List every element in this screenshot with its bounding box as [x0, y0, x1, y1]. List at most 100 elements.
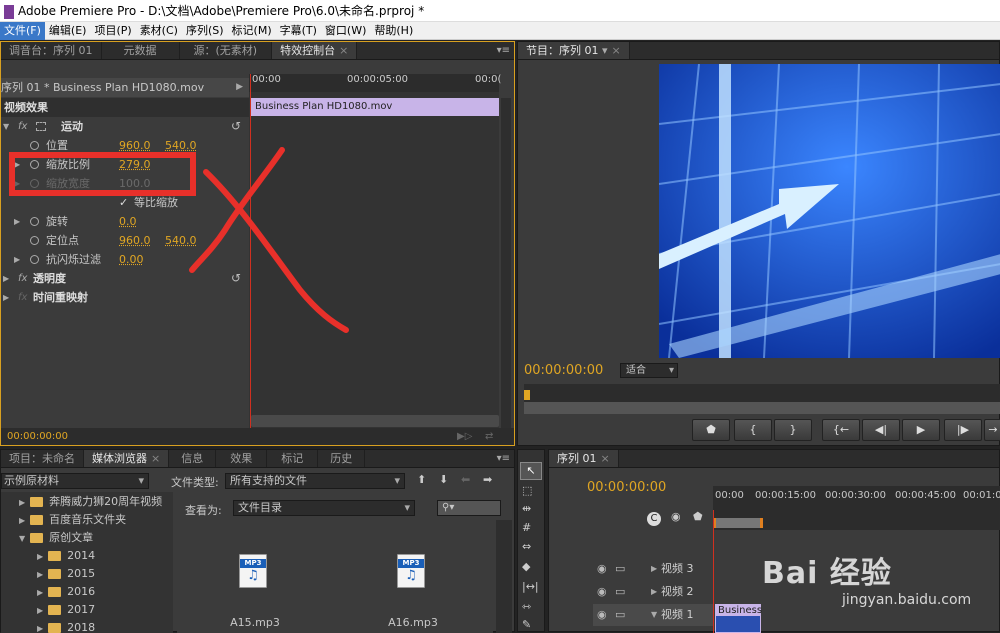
file-type-value: 所有支持的文件 — [230, 474, 307, 487]
eye-icon[interactable]: ◉ — [597, 558, 607, 580]
tree-item[interactable]: ▶ 2016 — [37, 582, 95, 601]
annotation-box — [9, 152, 196, 196]
chevron-down-icon: ▼ — [19, 534, 26, 543]
view-as-dropdown[interactable]: 文件目录 ▾ — [233, 500, 415, 516]
timeline-clip-label: Business — [716, 605, 763, 616]
in-icon: { — [749, 423, 757, 436]
arrow-down-icon[interactable]: ⬇ — [439, 473, 448, 486]
timeline-timecode[interactable]: 00:00:00:00 — [587, 480, 666, 495]
file-item[interactable]: MP3 ♫ A16.mp3 — [375, 554, 451, 630]
tab-sequence[interactable]: 序列 01 × — [549, 450, 619, 467]
playhead-marker[interactable] — [524, 390, 530, 400]
timeline-clip[interactable]: Business — [715, 604, 763, 633]
timeline-ruler[interactable]: 00:00 00:00:15:00 00:00:30:00 00:00:45:0… — [713, 486, 1000, 530]
mp3-badge: MP3 — [398, 559, 424, 568]
tree-item[interactable]: ▶ 2015 — [37, 564, 95, 583]
mp3-file-icon: MP3 ♫ — [397, 554, 425, 588]
dropdown-icon[interactable]: ▾ — [602, 44, 608, 57]
close-icon[interactable]: × — [151, 452, 160, 465]
tree-item[interactable]: ▶ 百度音乐文件夹 — [19, 510, 126, 529]
tree-item-label: 2016 — [67, 585, 96, 598]
snap-icon[interactable]: C — [647, 512, 661, 526]
slide-tool-icon[interactable]: ⇿ — [522, 600, 531, 613]
location-dropdown[interactable]: 示例原材料 ▾ — [1, 473, 149, 489]
fit-dropdown[interactable]: 适合 ▾ — [620, 363, 678, 378]
tab-markers[interactable]: 标记 — [267, 450, 319, 467]
search-input[interactable]: ⚲▾ — [437, 500, 501, 516]
pen-tool-icon[interactable]: ✎ — [522, 618, 531, 631]
lock-icon[interactable]: ▭ — [615, 604, 625, 626]
tree-item[interactable]: ▶ 奔腾威力狮20周年视频 — [19, 492, 162, 511]
tree-item[interactable]: ▶ 2018 — [37, 618, 95, 633]
mp3-file-icon: MP3 ♫ — [239, 554, 267, 588]
play-button[interactable]: ▶ — [902, 419, 940, 441]
tree-item-label: 2017 — [67, 603, 96, 616]
work-area-bar[interactable] — [713, 518, 763, 528]
arrow-left-icon[interactable]: ⬅ — [461, 473, 470, 486]
close-icon[interactable]: × — [612, 44, 621, 57]
go-out-icon: → — [988, 423, 998, 436]
tab-effects[interactable]: 效果 — [216, 450, 268, 467]
lock-icon[interactable]: ▭ — [615, 558, 625, 580]
scrub-ruler — [524, 402, 1000, 414]
tab-history[interactable]: 历史 — [318, 450, 366, 467]
folder-icon — [48, 587, 62, 597]
arrow-right-icon: ▶ — [19, 498, 26, 507]
project-panel: 项目：未命名 媒体浏览器 × 信息 效果 标记 历史 ▾≡ 示例原材料 ▾ 文件类型: 所有支… — [0, 449, 515, 633]
marker-button[interactable]: ⬟ — [692, 419, 730, 441]
program-timecode[interactable]: 00:00:00:00 — [524, 363, 603, 378]
lock-icon[interactable]: ▭ — [615, 581, 625, 603]
step-forward-button[interactable]: |▶ — [944, 419, 982, 441]
tree-item-label: 2015 — [67, 567, 96, 580]
arrow-right-icon[interactable]: ▶ — [651, 558, 657, 580]
track-select-tool-icon[interactable]: ⬚ — [522, 484, 532, 497]
mark-in-button[interactable]: { — [734, 419, 772, 441]
eye-icon[interactable]: ◉ — [597, 604, 607, 626]
folder-icon — [30, 497, 44, 507]
vertical-scrollbar[interactable] — [496, 520, 512, 633]
tab-media-browser[interactable]: 媒体浏览器 × — [84, 450, 170, 467]
link-icon[interactable]: ◉ — [671, 510, 681, 523]
tab-program[interactable]: 节目：序列 01 ▾ × — [518, 42, 630, 59]
ripple-edit-tool-icon[interactable]: ⇹ — [522, 502, 531, 515]
tree-item-label: 原创文章 — [49, 531, 94, 544]
program-scrub-bar[interactable] — [524, 384, 1000, 414]
playhead[interactable] — [713, 510, 714, 633]
mp3-badge: MP3 — [240, 559, 266, 568]
tree-item[interactable]: ▼ 原创文章 — [19, 528, 93, 547]
slip-tool-icon[interactable]: |↔| — [522, 580, 539, 593]
chevron-down-icon: ▾ — [404, 501, 410, 514]
rate-stretch-tool-icon[interactable]: ⇔ — [522, 540, 531, 553]
tree-item[interactable]: ▶ 2014 — [37, 546, 95, 565]
tab-project[interactable]: 项目：未命名 — [1, 450, 84, 467]
tools-panel: ↖ ⬚ ⇹ # ⇔ ◆ |↔| ⇿ ✎ — [517, 449, 545, 632]
tree-item[interactable]: ▶ 2017 — [37, 600, 95, 619]
video-preview — [659, 64, 1000, 358]
close-icon[interactable]: × — [601, 452, 610, 465]
step-forward-icon: |▶ — [956, 423, 970, 436]
arrow-right-icon[interactable]: ➡ — [483, 473, 492, 486]
arrow-up-icon[interactable]: ⬆ — [417, 473, 426, 486]
panel-menu-icon[interactable]: ▾≡ — [497, 453, 510, 464]
eye-icon[interactable]: ◉ — [597, 581, 607, 603]
file-item[interactable]: MP3 ♫ A15.mp3 — [217, 554, 293, 630]
go-in-icon: {← — [832, 423, 850, 436]
selection-tool-icon[interactable]: ↖ — [520, 462, 542, 480]
chevron-down-icon[interactable]: ▼ — [651, 604, 657, 626]
step-back-icon: ◀| — [874, 423, 888, 436]
tree-item-label: 2014 — [67, 549, 96, 562]
rolling-edit-tool-icon[interactable]: # — [522, 521, 531, 534]
step-back-button[interactable]: ◀| — [862, 419, 900, 441]
file-type-dropdown[interactable]: 所有支持的文件 ▾ — [225, 473, 405, 489]
arrow-right-icon[interactable]: ▶ — [651, 581, 657, 603]
chevron-down-icon: ▾ — [138, 474, 144, 487]
add-marker-icon[interactable]: ⬟ — [693, 510, 703, 523]
go-to-out-button[interactable]: → — [984, 419, 1000, 441]
go-to-in-button[interactable]: {← — [822, 419, 860, 441]
mark-out-button[interactable]: } — [774, 419, 812, 441]
preview-image — [659, 64, 1000, 358]
arrow-right-icon: ▶ — [37, 570, 44, 579]
annotation-x-stroke — [203, 169, 349, 333]
razor-tool-icon[interactable]: ◆ — [522, 560, 530, 573]
tab-info[interactable]: 信息 — [169, 450, 217, 467]
